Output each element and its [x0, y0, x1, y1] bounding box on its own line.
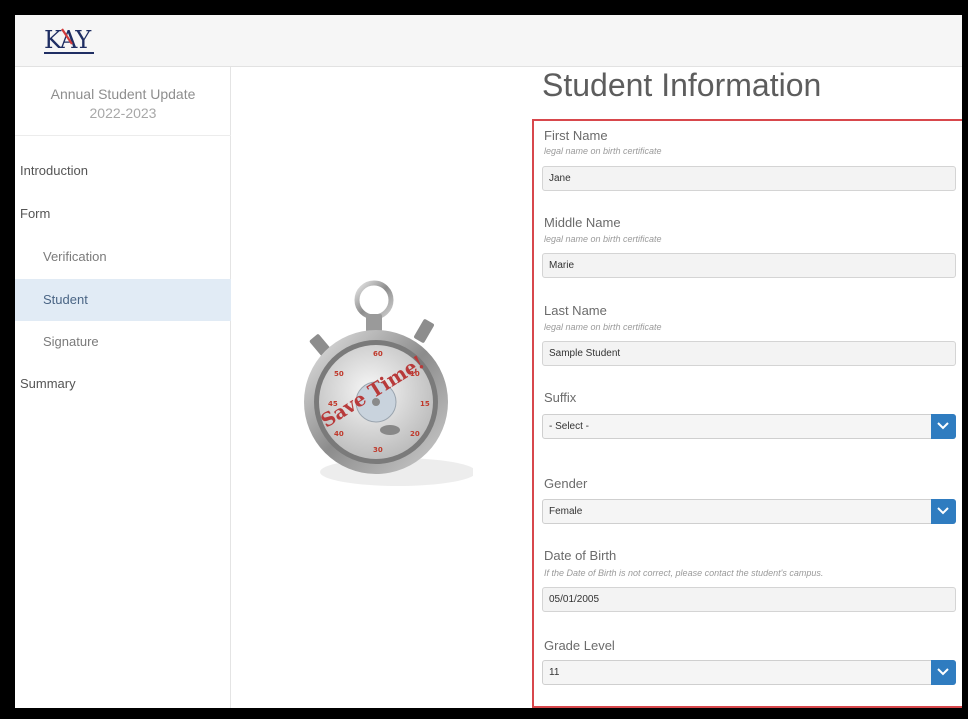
sidebar-divider	[15, 135, 231, 136]
first-name-label: First Name	[544, 128, 608, 143]
gender-select[interactable]: Female	[542, 499, 956, 524]
app-window: KAY Annual Student Update 2022-2023 Intr…	[15, 15, 962, 708]
dob-hint: If the Date of Birth is not correct, ple…	[544, 568, 824, 578]
dob-label: Date of Birth	[544, 548, 617, 563]
page-title: Student Information	[542, 67, 822, 103]
gender-dropdown-button[interactable]	[931, 499, 956, 524]
sidebar-title: Annual Student Update	[50, 86, 196, 102]
suffix-dropdown-button[interactable]	[931, 414, 956, 439]
chevron-down-icon	[937, 422, 949, 430]
svg-text:50: 50	[334, 370, 344, 378]
chevron-down-icon	[937, 507, 949, 515]
grade-selected-value: 11	[549, 667, 560, 678]
svg-text:60: 60	[373, 350, 383, 358]
sidebar-item-form[interactable]: Form	[15, 193, 231, 235]
kay-logo[interactable]: KAY	[42, 24, 104, 58]
svg-text:30: 30	[373, 446, 383, 454]
sidebar-year: 2022-2023	[89, 105, 157, 121]
sidebar-item-student[interactable]: Student	[15, 279, 231, 321]
gender-selected-value: Female	[549, 506, 583, 517]
chevron-down-icon	[937, 668, 949, 676]
middle-name-hint: legal name on birth certificate	[544, 234, 662, 244]
svg-text:20: 20	[410, 430, 420, 438]
gender-label: Gender	[544, 476, 588, 491]
middle-name-label: Middle Name	[544, 215, 621, 230]
suffix-select[interactable]: - Select -	[542, 414, 956, 439]
dob-field[interactable]: 05/01/2005	[542, 587, 956, 612]
sidebar-item-signature[interactable]: Signature	[15, 321, 231, 363]
last-name-field[interactable]: Sample Student	[542, 341, 956, 366]
middle-name-field[interactable]: Marie	[542, 253, 956, 278]
grade-select[interactable]: 11	[542, 660, 956, 685]
sidebar-item-verification[interactable]: Verification	[15, 236, 231, 278]
first-name-field[interactable]: Jane	[542, 166, 956, 191]
suffix-label: Suffix	[544, 390, 577, 405]
svg-text:15: 15	[420, 400, 430, 408]
grade-dropdown-button[interactable]	[931, 660, 956, 685]
top-bar: KAY	[15, 15, 962, 67]
last-name-hint: legal name on birth certificate	[544, 322, 662, 332]
svg-text:40: 40	[334, 430, 344, 438]
last-name-label: Last Name	[544, 303, 607, 318]
sidebar: Annual Student Update 2022-2023 Introduc…	[15, 67, 231, 708]
grade-label: Grade Level	[544, 638, 615, 653]
stopwatch-illustration: 60 10 15 20 30 40 45 50 Save Time!	[304, 280, 473, 486]
first-name-hint: legal name on birth certificate	[544, 146, 662, 156]
sidebar-item-summary[interactable]: Summary	[15, 363, 231, 405]
suffix-selected-value: - Select -	[549, 421, 590, 432]
sidebar-item-introduction[interactable]: Introduction	[15, 150, 231, 192]
